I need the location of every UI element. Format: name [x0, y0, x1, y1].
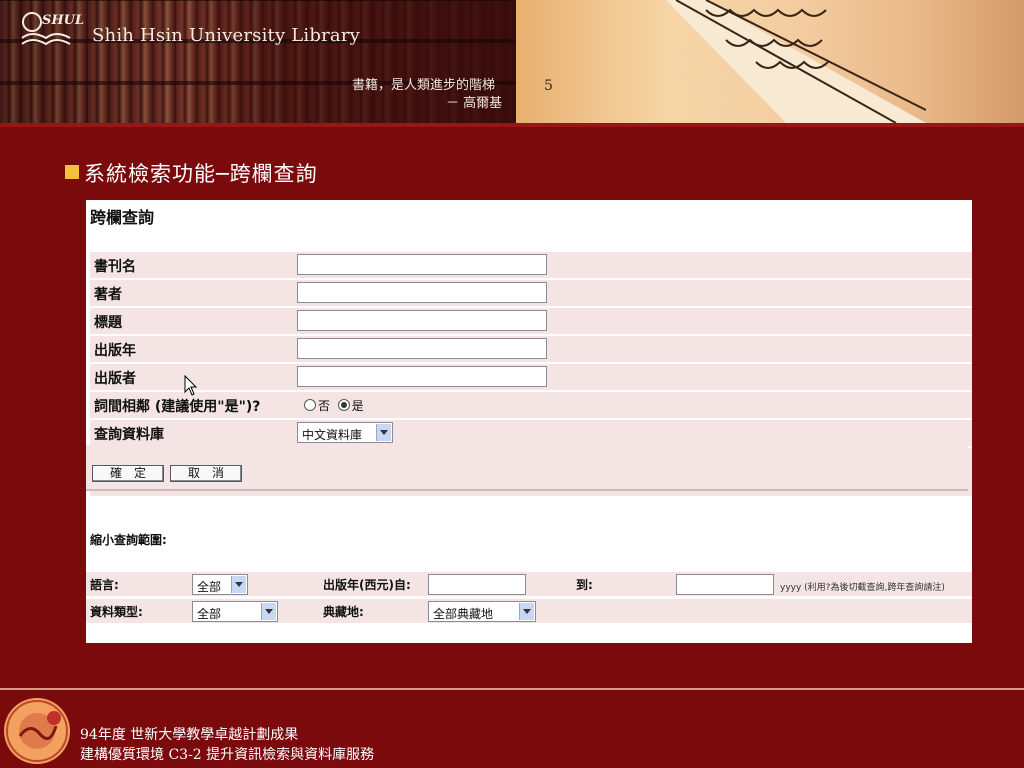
database-select[interactable]: 中文資料庫 — [297, 422, 393, 443]
field-row-publisher: 出版者 — [90, 364, 972, 390]
language-selected: 全部 — [197, 580, 222, 594]
library-logo-icon: SHUL — [21, 12, 84, 46]
confirm-button[interactable]: 確 定 — [92, 465, 164, 482]
field-row-author: 著者 — [90, 280, 972, 306]
title-input[interactable] — [297, 254, 547, 275]
field-label: 書刊名 — [94, 259, 136, 275]
type-label: 資料類型: — [90, 605, 143, 619]
database-row: 查詢資料庫 中文資料庫 — [90, 420, 972, 446]
footer-divider — [0, 688, 1024, 690]
year-from-label: 出版年(西元)自: — [323, 578, 411, 592]
database-selected: 中文資料庫 — [302, 428, 363, 442]
chevron-down-icon — [376, 424, 391, 441]
year-to-label: 到: — [576, 578, 593, 592]
chevron-down-icon — [261, 603, 276, 620]
slide-title: 系統檢索功能─跨欄查詢 — [84, 162, 318, 186]
radio-no[interactable] — [304, 399, 316, 411]
field-row-subject: 標題 — [90, 308, 972, 334]
type-select[interactable]: 全部 — [192, 601, 278, 622]
field-label: 出版者 — [94, 371, 136, 387]
footer-line-1: 94年度 世新大學教學卓越計劃成果 — [80, 727, 299, 743]
location-selected: 全部典藏地 — [433, 607, 494, 621]
year-to-input[interactable] — [676, 574, 774, 595]
staircase-railing-graphic — [666, 0, 926, 123]
adjacency-radio-group: 否 是 — [304, 397, 364, 414]
publisher-input[interactable] — [297, 366, 547, 387]
location-label: 典藏地: — [323, 605, 364, 619]
mouse-cursor-icon — [184, 375, 198, 396]
language-select[interactable]: 全部 — [192, 574, 248, 595]
cancel-button[interactable]: 取 消 — [170, 465, 242, 482]
button-row: 確 定 取 消 — [86, 445, 968, 491]
subject-input[interactable] — [297, 310, 547, 331]
radio-yes-label: 是 — [351, 399, 364, 413]
year-input[interactable] — [297, 338, 547, 359]
year-from-input[interactable] — [428, 574, 526, 595]
field-label: 出版年 — [94, 343, 136, 359]
adjacency-label: 詞間相鄰 (建議使用"是")? — [94, 399, 261, 415]
form-title: 跨欄查詢 — [90, 208, 155, 227]
field-row-title: 書刊名 — [90, 252, 972, 278]
narrow-row-1: 語言: 全部 出版年(西元)自: 到: yyyy (利用?為後切截查詢,跨年查詢… — [86, 572, 972, 596]
search-form-screenshot: 跨欄查詢 書刊名 著者 標題 出版年 出版者 詞間相鄰 (建議使用"是")? 否… — [86, 200, 972, 643]
banner-divider — [0, 123, 1024, 127]
quote-line-1: 書籍，是人類進步的階梯 — [352, 78, 496, 93]
narrow-row-2: 資料類型: 全部 典藏地: 全部典藏地 — [86, 599, 972, 623]
radio-no-label: 否 — [318, 399, 331, 413]
year-format-note: yyyy (利用?為後切截查詢,跨年查詢請注) — [780, 583, 945, 593]
footer-line-2: 建構優質環境 C3-2 提升資訊檢索與資料庫服務 — [80, 747, 375, 763]
field-row-year: 出版年 — [90, 336, 972, 362]
quote-author: － 高爾基 — [446, 96, 503, 111]
staircase-photo: 5 — [516, 0, 1024, 123]
type-selected: 全部 — [197, 607, 222, 621]
chevron-down-icon — [519, 603, 534, 620]
library-name: Shih Hsin University Library — [92, 25, 361, 46]
author-input[interactable] — [297, 282, 547, 303]
narrow-scope-title: 縮小查詢範圍: — [90, 533, 167, 547]
logo-text: SHUL — [42, 13, 84, 28]
university-seal-icon — [4, 698, 70, 764]
database-label: 查詢資料庫 — [94, 427, 164, 443]
field-label: 著者 — [94, 287, 122, 303]
language-label: 語言: — [90, 578, 119, 592]
location-select[interactable]: 全部典藏地 — [428, 601, 536, 622]
bullet-square-icon — [65, 165, 79, 179]
adjacency-row: 詞間相鄰 (建議使用"是")? 否 是 — [90, 392, 972, 418]
field-label: 標題 — [94, 315, 122, 331]
chevron-down-icon — [231, 576, 246, 593]
header-banner: 5 SHUL Shih Hsin University Library 書籍，是… — [0, 0, 1024, 123]
radio-yes[interactable] — [337, 399, 350, 411]
floor-sign: 5 — [544, 78, 553, 94]
